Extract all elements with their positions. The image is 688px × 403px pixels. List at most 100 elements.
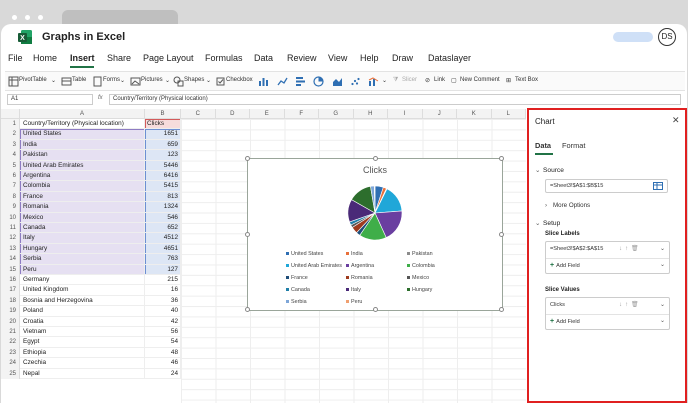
- checkbox-button[interactable]: Checkbox: [226, 77, 253, 83]
- cell-country[interactable]: United Kingdom: [20, 285, 145, 296]
- row-header[interactable]: 2: [1, 129, 20, 140]
- cell-clicks[interactable]: 763: [145, 254, 181, 265]
- cell-clicks[interactable]: 48: [145, 347, 181, 359]
- avatar[interactable]: DS: [658, 28, 676, 46]
- select-all-corner[interactable]: [1, 109, 20, 119]
- setup-section[interactable]: ⌄ Setup: [535, 219, 560, 227]
- resize-handle[interactable]: [245, 307, 250, 312]
- cell-clicks[interactable]: 652: [145, 223, 181, 234]
- cell-clicks[interactable]: 16: [145, 285, 181, 296]
- row-header[interactable]: 20: [1, 316, 20, 327]
- row-header[interactable]: 24: [1, 358, 20, 369]
- add-field-button[interactable]: + Add Field: [550, 262, 580, 269]
- column-header[interactable]: A: [20, 109, 145, 119]
- menu-help[interactable]: Help: [360, 53, 379, 63]
- row-header[interactable]: 13: [1, 243, 20, 255]
- cell-country[interactable]: Vietnam: [20, 327, 145, 338]
- link-button[interactable]: Link: [434, 77, 445, 83]
- cell-clicks[interactable]: 546: [145, 212, 181, 223]
- cell-clicks[interactable]: 5415: [145, 181, 181, 192]
- chevron-down-icon[interactable]: ⌄: [660, 317, 665, 324]
- row-header[interactable]: 8: [1, 191, 20, 203]
- table-button[interactable]: Table: [72, 77, 86, 83]
- column-header[interactable]: E: [250, 109, 285, 119]
- pictures-button[interactable]: Pictures: [141, 77, 163, 83]
- spreadsheet-grid[interactable]: ABCDEFGHIJKL 1 Country/Territory (Physic…: [1, 109, 526, 403]
- cell-country[interactable]: Serbia: [20, 254, 145, 265]
- row-header[interactable]: 10: [1, 212, 20, 223]
- cell-country[interactable]: Ethiopia: [20, 347, 145, 359]
- row-header[interactable]: 1: [1, 119, 20, 130]
- cell-clicks[interactable]: 1651: [145, 129, 181, 140]
- column-header[interactable]: D: [215, 109, 250, 119]
- name-box[interactable]: A1: [7, 94, 93, 105]
- chevron-down-icon[interactable]: ⌄: [51, 77, 56, 84]
- cell-country[interactable]: Germany: [20, 275, 145, 286]
- chevron-down-icon[interactable]: ⌄: [120, 77, 125, 84]
- chevron-down-icon[interactable]: ⌄: [660, 245, 665, 252]
- cell-country[interactable]: Egypt: [20, 337, 145, 348]
- cell-country[interactable]: Argentina: [20, 171, 145, 182]
- scatter-chart-icon[interactable]: [350, 76, 361, 87]
- cell-country[interactable]: Hungary: [20, 243, 145, 255]
- cell-country[interactable]: Colombia: [20, 181, 145, 192]
- cell-clicks[interactable]: 123: [145, 150, 181, 161]
- row-header[interactable]: 14: [1, 254, 20, 265]
- row-header[interactable]: 3: [1, 139, 20, 151]
- chevron-down-icon[interactable]: ⌄: [165, 77, 170, 84]
- cell-clicks[interactable]: 813: [145, 191, 181, 203]
- pivottable-button[interactable]: PivotTable: [19, 77, 47, 83]
- new-comment-button[interactable]: New Comment: [460, 77, 500, 83]
- cell-country[interactable]: Romania: [20, 202, 145, 213]
- row-header[interactable]: 18: [1, 295, 20, 307]
- cell-clicks[interactable]: 56: [145, 327, 181, 338]
- menu-data[interactable]: Data: [254, 53, 273, 63]
- slice-labels-value[interactable]: =Sheet3!$A$2:$A$15: [550, 246, 603, 252]
- column-header[interactable]: L: [491, 109, 526, 119]
- cell-country[interactable]: Czechia: [20, 358, 145, 369]
- menu-view[interactable]: View: [328, 53, 347, 63]
- menu-home[interactable]: Home: [33, 53, 57, 63]
- chevron-down-icon[interactable]: ⌄: [660, 261, 665, 268]
- chevron-down-icon[interactable]: ⌄: [206, 77, 211, 84]
- column-header[interactable]: F: [284, 109, 319, 119]
- cell-country[interactable]: Nepal: [20, 368, 145, 379]
- chevron-down-icon[interactable]: ⌄: [660, 301, 665, 308]
- cell-clicks[interactable]: 4512: [145, 233, 181, 244]
- cell-header-clicks[interactable]: Clicks: [145, 119, 181, 130]
- cell-clicks[interactable]: 54: [145, 337, 181, 348]
- cell-clicks[interactable]: 1324: [145, 202, 181, 213]
- row-header[interactable]: 4: [1, 150, 20, 161]
- pie-chart[interactable]: Clicks United States India Pakistan United …: [245, 156, 504, 312]
- range-select-icon[interactable]: [653, 182, 663, 190]
- cell-clicks[interactable]: 5446: [145, 160, 181, 171]
- cell-clicks[interactable]: 42: [145, 316, 181, 327]
- column-chart-icon[interactable]: [258, 76, 269, 87]
- menu-share[interactable]: Share: [107, 53, 131, 63]
- formula-input[interactable]: Country/Territory (Physical location): [109, 94, 681, 105]
- column-header[interactable]: K: [457, 109, 492, 119]
- field-actions[interactable]: ↓↑🗑: [619, 245, 642, 252]
- column-header[interactable]: J: [422, 109, 457, 119]
- add-field-button[interactable]: + Add Field: [550, 318, 580, 325]
- line-chart-icon[interactable]: [277, 76, 288, 87]
- text-box-button[interactable]: Text Box: [515, 77, 538, 83]
- row-header[interactable]: 16: [1, 275, 20, 286]
- row-header[interactable]: 15: [1, 264, 20, 275]
- bar-chart-icon[interactable]: [295, 76, 306, 87]
- menu-dataslayer[interactable]: Dataslayer: [428, 53, 471, 63]
- row-header[interactable]: 12: [1, 233, 20, 244]
- field-actions[interactable]: ↓↑🗑: [619, 301, 642, 308]
- cell-clicks[interactable]: 127: [145, 264, 181, 275]
- column-header[interactable]: H: [353, 109, 388, 119]
- cell-country[interactable]: France: [20, 191, 145, 203]
- menu-formulas[interactable]: Formulas: [205, 53, 243, 63]
- cell-header-country[interactable]: Country/Territory (Physical location): [20, 119, 145, 130]
- column-header[interactable]: I: [388, 109, 423, 119]
- row-header[interactable]: 19: [1, 306, 20, 317]
- cell-country[interactable]: Croatia: [20, 316, 145, 327]
- column-header[interactable]: B: [145, 109, 181, 119]
- cell-country[interactable]: India: [20, 139, 145, 151]
- tab-data[interactable]: Data: [535, 141, 551, 150]
- browser-tab[interactable]: [62, 10, 178, 24]
